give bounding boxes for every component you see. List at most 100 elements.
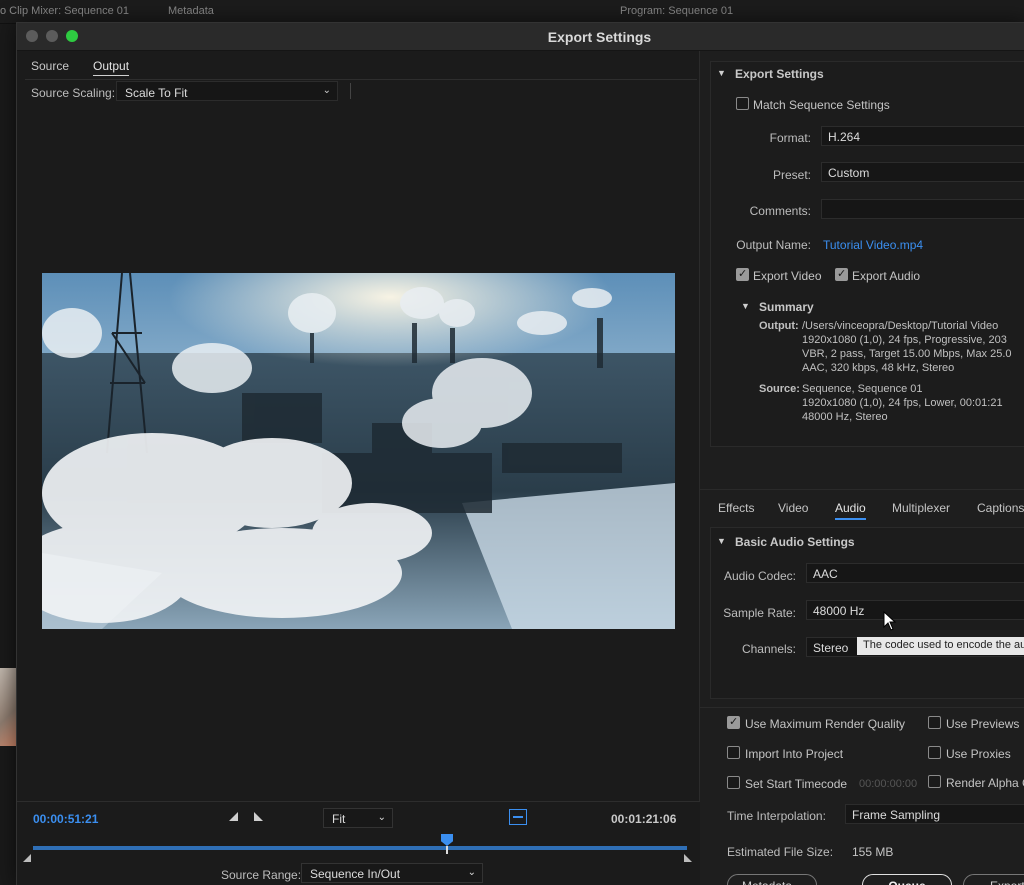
- export-video-checkbox[interactable]: [736, 267, 749, 281]
- mouse-cursor-icon: [883, 611, 897, 631]
- chevron-down-icon[interactable]: ▼: [717, 536, 726, 546]
- audio-codec-label: Audio Codec:: [723, 569, 796, 583]
- source-range-label: Source Range:: [221, 868, 302, 882]
- settings-pane: ▼ Export Settings Match Sequence Setting…: [700, 51, 1024, 885]
- zoom-select[interactable]: Fit ⌄: [323, 808, 393, 828]
- metadata-button[interactable]: Metadata...: [727, 874, 817, 885]
- tab-video[interactable]: Video: [778, 501, 808, 515]
- file-size-value: 155 MB: [852, 845, 894, 859]
- use-proxies-checkbox[interactable]: [928, 746, 941, 759]
- tab-effects[interactable]: Effects: [718, 501, 754, 515]
- dialog-title: Export Settings: [547, 29, 652, 45]
- summary-output-line: 1920x1080 (1,0), 24 fps, Progressive, 20…: [802, 334, 1007, 346]
- summary-source-label: Source:: [759, 383, 800, 395]
- set-start-timecode-label: Set Start Timecode: [745, 777, 848, 791]
- mark-in-icon[interactable]: [229, 812, 238, 821]
- summary-output-label: Output:: [759, 320, 799, 332]
- comments-label: Comments:: [749, 204, 811, 218]
- sample-rate-select[interactable]: 48000 Hz: [806, 600, 1024, 620]
- export-audio-checkbox[interactable]: [835, 267, 848, 281]
- export-settings-header[interactable]: Export Settings: [735, 67, 824, 81]
- video-preview-frame: [42, 273, 675, 629]
- basic-audio-settings-section: ▼ Basic Audio Settings Audio Codec: AAC …: [710, 527, 1024, 699]
- sample-rate-label: Sample Rate:: [723, 606, 796, 620]
- summary-output-line: AAC, 320 kbps, 48 kHz, Stereo: [802, 362, 955, 374]
- audio-clip-mixer-tab[interactable]: o Clip Mixer: Sequence 01: [0, 5, 129, 17]
- basic-audio-settings-header[interactable]: Basic Audio Settings: [735, 535, 855, 549]
- source-range-select[interactable]: Sequence In/Out ⌄: [301, 863, 483, 883]
- format-select[interactable]: H.264: [821, 126, 1024, 146]
- export-options: Use Maximum Render Quality Use Previews …: [700, 707, 1024, 885]
- use-previews-label: Use Previews: [946, 717, 1020, 731]
- match-sequence-checkbox[interactable]: [736, 97, 749, 110]
- format-label: Format:: [769, 131, 811, 145]
- max-render-quality-label: Use Maximum Render Quality: [745, 717, 906, 731]
- match-sequence-label: Match Sequence Settings: [753, 98, 890, 112]
- background-thumbnail: [0, 668, 16, 746]
- export-settings-dialog: Export Settings Source Output Source Sca…: [16, 22, 1024, 885]
- time-interpolation-select[interactable]: Frame Sampling: [845, 804, 1024, 824]
- toolbar-separator: [350, 83, 351, 99]
- summary-header[interactable]: Summary: [759, 300, 814, 314]
- audio-codec-select[interactable]: AAC: [806, 563, 1024, 583]
- playhead-handle[interactable]: [441, 834, 453, 846]
- background-panel-header: o Clip Mixer: Sequence 01 Metadata Progr…: [0, 0, 1024, 24]
- range-start-handle[interactable]: [23, 854, 31, 862]
- max-render-quality-checkbox[interactable]: [727, 715, 740, 729]
- tab-divider: [25, 79, 697, 80]
- program-monitor-tab[interactable]: Program: Sequence 01: [620, 5, 733, 17]
- tab-audio[interactable]: Audio: [835, 501, 866, 520]
- tab-output[interactable]: Output: [93, 59, 130, 76]
- range-end-handle[interactable]: [684, 854, 692, 862]
- output-name-label: Output Name:: [736, 238, 811, 252]
- tab-captions[interactable]: Captions: [977, 501, 1024, 515]
- render-alpha-checkbox[interactable]: [928, 775, 941, 788]
- export-video-label: Export Video: [753, 269, 822, 283]
- export-button[interactable]: Export: [963, 874, 1024, 885]
- channels-label: Channels:: [741, 642, 796, 656]
- current-timecode[interactable]: 00:00:51:21: [33, 812, 98, 826]
- chevron-down-icon: ⌄: [377, 812, 386, 823]
- export-audio-label: Export Audio: [852, 269, 921, 283]
- source-range-value: Sequence In/Out: [310, 867, 401, 881]
- timeline-bar[interactable]: [33, 846, 687, 850]
- title-bar: Export Settings: [17, 23, 1024, 51]
- duration-timecode: 00:01:21:06: [611, 812, 677, 826]
- queue-button[interactable]: Queue: [862, 874, 952, 885]
- summary-output-line: VBR, 2 pass, Target 15.00 Mbps, Max 25.0: [802, 348, 1012, 360]
- playhead-line: [446, 846, 448, 854]
- preview-pane: Source Output Source Scaling: Scale To F…: [17, 51, 700, 885]
- source-scaling-label: Source Scaling:: [31, 86, 116, 100]
- zoom-value: Fit: [332, 812, 346, 826]
- tab-source[interactable]: Source: [31, 59, 69, 73]
- settings-tabs: Effects Video Audio Multiplexer Captions: [700, 489, 1024, 520]
- source-scaling-select[interactable]: Scale To Fit ⌄: [116, 81, 338, 101]
- summary-source-line: Sequence, Sequence 01: [802, 383, 923, 395]
- import-into-project-label: Import Into Project: [745, 747, 844, 761]
- mark-out-icon[interactable]: [254, 812, 263, 821]
- time-interpolation-label: Time Interpolation:: [727, 809, 826, 823]
- chevron-down-icon: ⌄: [467, 867, 476, 878]
- metadata-tab[interactable]: Metadata: [168, 5, 214, 17]
- industrial-aerial-image: [42, 273, 675, 629]
- import-into-project-checkbox[interactable]: [727, 746, 740, 759]
- aspect-ratio-icon[interactable]: [509, 809, 527, 825]
- set-start-timecode-checkbox[interactable]: [727, 776, 740, 789]
- playback-controls: 00:00:51:21 Fit ⌄ 00:01:21:06 Source Ran…: [17, 801, 700, 885]
- preset-label: Preset:: [772, 168, 811, 182]
- use-previews-checkbox[interactable]: [928, 716, 941, 729]
- file-size-label: Estimated File Size:: [727, 845, 834, 859]
- comments-field[interactable]: [821, 199, 1024, 219]
- use-proxies-label: Use Proxies: [946, 747, 1011, 761]
- chevron-down-icon[interactable]: ▼: [741, 301, 750, 311]
- summary-output-line: /Users/vinceopra/Desktop/Tutorial Video: [802, 320, 999, 332]
- chevron-down-icon[interactable]: ▼: [717, 68, 726, 78]
- summary-source-line: 1920x1080 (1,0), 24 fps, Lower, 00:01:21: [802, 397, 1003, 409]
- tab-multiplexer[interactable]: Multiplexer: [892, 501, 950, 515]
- codec-tooltip: The codec used to encode the au: [857, 637, 1024, 655]
- start-timecode-value[interactable]: 00:00:00:00: [859, 778, 917, 790]
- preset-select[interactable]: Custom: [821, 162, 1024, 182]
- render-alpha-label: Render Alpha C: [946, 776, 1024, 790]
- export-settings-section: ▼ Export Settings Match Sequence Setting…: [710, 61, 1024, 447]
- output-name-link[interactable]: Tutorial Video.mp4: [823, 238, 923, 252]
